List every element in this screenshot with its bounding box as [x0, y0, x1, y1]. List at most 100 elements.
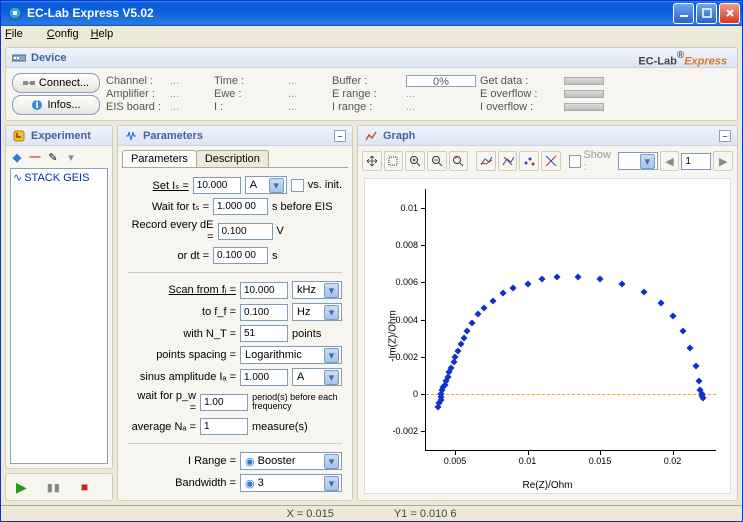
- experiment-icon: [12, 129, 26, 143]
- maximize-button[interactable]: [696, 3, 717, 24]
- lbl-scan-ff: to f_f =: [202, 306, 236, 318]
- select-bandwidth[interactable]: ◉3▾: [240, 474, 342, 492]
- experiment-list[interactable]: ∿ STACK GEIS: [10, 168, 108, 464]
- pause-button[interactable]: ▮▮: [47, 481, 61, 494]
- graph-toolbar: Show : ▾ ◀ ▶: [358, 146, 737, 176]
- parameters-header: Parameters: [143, 130, 203, 142]
- pan-tool[interactable]: [362, 151, 382, 171]
- input-wait-ts[interactable]: [213, 198, 268, 215]
- zoom-in-tool[interactable]: [405, 151, 425, 171]
- brand-label: EC-Lab®Express: [638, 50, 727, 69]
- chart-style-2[interactable]: [498, 151, 518, 171]
- lbl-bw: Bandwidth =: [175, 477, 236, 489]
- input-nt[interactable]: [240, 325, 288, 342]
- infos-button[interactable]: i Infos...: [12, 95, 100, 115]
- suffix-wait-ts: s before EIS: [272, 201, 342, 213]
- zoom-out-tool[interactable]: [427, 151, 447, 171]
- show-label: Show :: [583, 149, 616, 173]
- input-set-is[interactable]: [193, 177, 241, 194]
- lbl-channel: Channel :: [106, 75, 166, 87]
- chevron-down-icon: ▾: [324, 370, 339, 385]
- device-grid: Channel :... Time :... Buffer :0% Get da…: [106, 75, 614, 113]
- graph-icon: [364, 129, 378, 143]
- device-panel: Device EC-Lab®Express Connect... i Infos…: [5, 47, 738, 121]
- menu-help[interactable]: Help: [91, 28, 114, 40]
- close-button[interactable]: [719, 3, 740, 24]
- stop-button[interactable]: ■: [81, 480, 88, 494]
- chevron-down-icon: ▾: [640, 154, 655, 169]
- input-pw[interactable]: [200, 394, 248, 411]
- statusbar: X = 0.015 Y1 = 0.010 6: [1, 505, 742, 521]
- chart-style-4[interactable]: [541, 151, 561, 171]
- select-spacing[interactable]: Logarithmic▾: [240, 346, 342, 364]
- tab-parameters[interactable]: Parameters: [122, 150, 197, 167]
- experiment-item[interactable]: ∿ STACK GEIS: [11, 169, 107, 186]
- menu-config[interactable]: Config: [47, 28, 79, 40]
- add-experiment-button[interactable]: ◆: [10, 150, 24, 164]
- tab-description[interactable]: Description: [196, 150, 269, 167]
- input-ia[interactable]: [240, 369, 288, 386]
- parameters-icon: [124, 129, 138, 143]
- lbl-set-is: Set Iₛ =: [153, 179, 189, 192]
- chevron-down-icon: ▾: [324, 476, 339, 491]
- graph-panel: Graph – Show : ▾: [357, 125, 738, 501]
- lbl-scan-fi: Scan from fᵢ =: [169, 284, 236, 296]
- input-rec-dt[interactable]: [213, 247, 268, 264]
- chevron-down-icon: ▾: [324, 283, 339, 298]
- menubar: File Config Help: [1, 26, 742, 44]
- show-checkbox[interactable]: [569, 155, 582, 168]
- playback-panel: ▶ ▮▮ ■: [5, 473, 113, 501]
- unit-rec-dt: s: [272, 250, 342, 262]
- lbl-ia: sinus amplitude Iₐ =: [140, 371, 236, 383]
- lbl-i: I :: [214, 101, 284, 113]
- connect-button[interactable]: Connect...: [12, 73, 100, 93]
- more-experiment-button[interactable]: ▾: [64, 150, 78, 164]
- x-axis-label: Re(Z)/Ohm: [523, 480, 573, 491]
- graph-header: Graph: [383, 130, 415, 142]
- select-tool[interactable]: [384, 151, 404, 171]
- zoom-reset-tool[interactable]: [449, 151, 469, 171]
- experiment-toolbar: ◆ — ✎ ▾: [6, 146, 112, 168]
- lbl-nt: with N_T =: [183, 328, 236, 340]
- select-ia-unit[interactable]: A▾: [292, 368, 342, 386]
- suffix-pw: period(s) before each frequency: [252, 393, 342, 411]
- page-input[interactable]: [681, 153, 711, 170]
- collapse-graph-button[interactable]: –: [719, 130, 731, 142]
- input-rec-de[interactable]: [218, 223, 273, 240]
- lbl-irange: I range :: [332, 101, 402, 113]
- lbl-spacing: points spacing =: [156, 349, 236, 361]
- experiment-panel: Experiment ◆ — ✎ ▾ ∿ STACK GEIS: [5, 125, 113, 469]
- chevron-down-icon: ▾: [324, 348, 339, 363]
- titlebar[interactable]: EC-Lab Express V5.02: [1, 1, 742, 26]
- chart-style-1[interactable]: [476, 151, 496, 171]
- chart-style-3[interactable]: [519, 151, 539, 171]
- select-fi-unit[interactable]: kHz▾: [292, 281, 342, 299]
- minimize-button[interactable]: [673, 3, 694, 24]
- lbl-eoverflow: E overflow :: [480, 88, 560, 100]
- lbl-buffer: Buffer :: [332, 75, 402, 87]
- select-ff-unit[interactable]: Hz▾: [292, 303, 342, 321]
- input-scan-fi[interactable]: [240, 282, 288, 299]
- select-is-unit[interactable]: A▾: [245, 176, 287, 194]
- suffix-na: measure(s): [252, 421, 342, 433]
- lbl-eis: EIS board :: [106, 101, 166, 113]
- checkbox-vs-init[interactable]: [291, 179, 304, 192]
- lbl-rec-de: Record every dE =: [128, 219, 214, 243]
- play-button[interactable]: ▶: [16, 479, 27, 496]
- select-irange[interactable]: ◉Booster▾: [240, 452, 342, 470]
- chart[interactable]: -Im(Z)/Ohm Re(Z)/Ohm 0.0050.010.0150.02-…: [364, 178, 731, 494]
- prev-page-button[interactable]: ◀: [660, 151, 680, 171]
- remove-experiment-button[interactable]: —: [28, 150, 42, 164]
- collapse-parameters-button[interactable]: –: [334, 130, 346, 142]
- suffix-nt: points: [292, 328, 342, 340]
- input-scan-ff[interactable]: [240, 304, 288, 321]
- edit-experiment-button[interactable]: ✎: [46, 150, 60, 164]
- menu-file[interactable]: File: [5, 28, 35, 40]
- input-na[interactable]: [200, 418, 248, 435]
- show-select[interactable]: ▾: [618, 152, 657, 170]
- app-icon: [7, 5, 23, 21]
- lbl-rec-dt: or dt =: [178, 250, 210, 262]
- ioverflow-indicator: [564, 103, 604, 111]
- next-page-button[interactable]: ▶: [713, 151, 733, 171]
- lbl-wait-ts: Wait for tₛ =: [152, 200, 209, 213]
